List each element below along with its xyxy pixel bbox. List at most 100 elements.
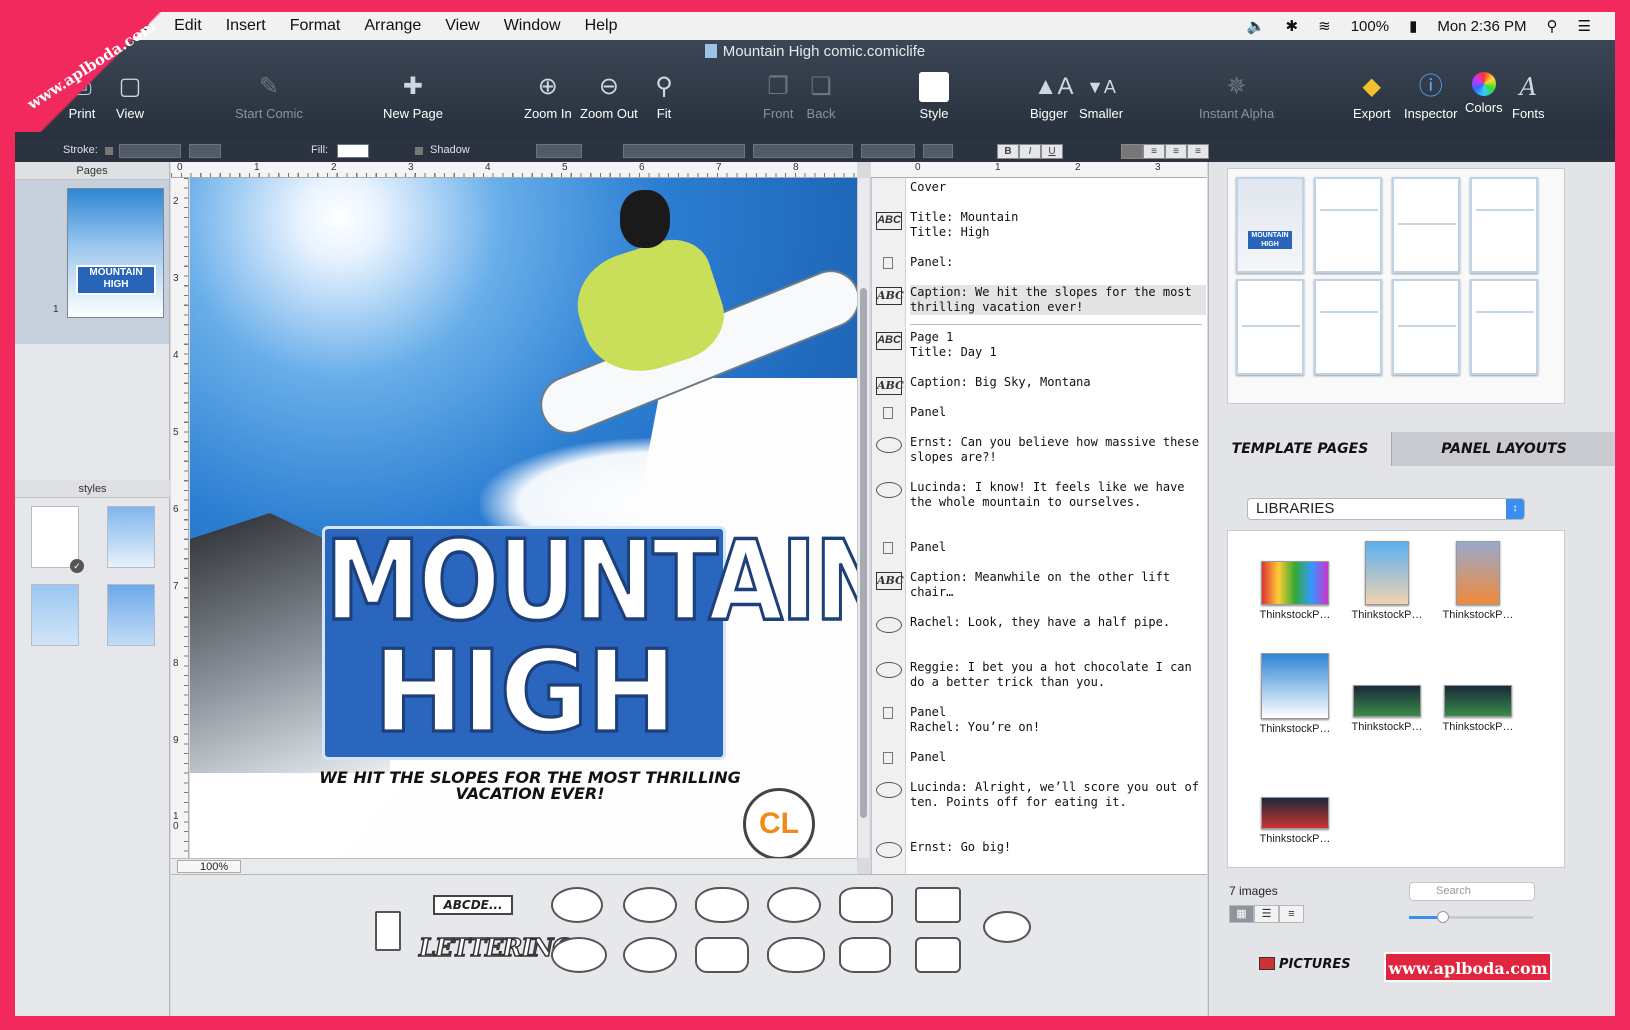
- clock[interactable]: Mon 2:36 PM: [1437, 18, 1526, 35]
- menu-arrange[interactable]: Arrange: [352, 17, 433, 35]
- grid-view-icon[interactable]: ▦: [1229, 905, 1254, 923]
- font-style-select[interactable]: [753, 144, 853, 158]
- slider-knob[interactable]: [1437, 911, 1449, 923]
- detail-view-icon[interactable]: ≡: [1279, 905, 1304, 923]
- library-image-item[interactable]: ThinkstockP…: [1431, 541, 1525, 621]
- front-button[interactable]: ❐ Front: [763, 72, 793, 121]
- panel-layout-thumbnail[interactable]: [1392, 279, 1460, 375]
- library-search-input[interactable]: Search: [1409, 882, 1535, 901]
- smaller-button[interactable]: ▼A Smaller: [1079, 72, 1123, 121]
- balloon-shape-tool[interactable]: [839, 887, 893, 923]
- balloon-shape-tool[interactable]: [767, 887, 821, 923]
- balloon-shape-tool[interactable]: [551, 887, 603, 923]
- view-button[interactable]: ▢ View: [115, 72, 145, 121]
- fill-color-well[interactable]: [337, 144, 369, 158]
- script-line[interactable]: Cover: [910, 180, 1206, 195]
- battery-icon[interactable]: ▮: [1409, 17, 1417, 35]
- script-line[interactable]: Panel:: [910, 255, 1206, 270]
- cover-caption[interactable]: WE HIT THE SLOPES FOR THE MOST THRILLING…: [310, 770, 750, 802]
- script-line[interactable]: Reggie: I bet you a hot chocolate I can …: [910, 660, 1206, 690]
- font-size-select[interactable]: [861, 144, 915, 158]
- style-swatch-gradient[interactable]: [107, 584, 155, 646]
- fit-button[interactable]: ⚲ Fit: [649, 72, 679, 121]
- text-color-well[interactable]: [923, 144, 953, 158]
- align-left-button[interactable]: [1121, 144, 1143, 159]
- balloon-shape-tool[interactable]: [839, 937, 891, 973]
- script-line[interactable]: Panel: [910, 405, 1206, 420]
- align-center-button[interactable]: ≡: [1143, 144, 1165, 159]
- panel-layout-thumbnail[interactable]: [1314, 279, 1382, 375]
- export-button[interactable]: ◆ Export: [1353, 72, 1391, 121]
- comic-page-canvas[interactable]: MOUNTAIN HIGH WE HIT THE SLOPES FOR THE …: [190, 178, 857, 858]
- align-right-button[interactable]: ≡: [1165, 144, 1187, 159]
- page-thumbnail[interactable]: MOUNTAIN HIGH: [67, 188, 164, 318]
- script-line[interactable]: Lucinda: Alright, we’ll score you out of…: [910, 780, 1206, 810]
- script-line[interactable]: Ernst: Go big!: [910, 840, 1206, 855]
- menu-edit[interactable]: Edit: [162, 17, 214, 35]
- script-line[interactable]: Page 1 Title: Day 1: [910, 330, 1206, 360]
- script-line[interactable]: Panel: [910, 540, 1206, 555]
- bluetooth-icon[interactable]: ✱: [1286, 17, 1299, 35]
- script-line[interactable]: Lucinda: I know! It feels like we have t…: [910, 480, 1206, 510]
- shadow-checkbox[interactable]: [415, 147, 423, 155]
- library-image-item[interactable]: ThinkstockP…: [1248, 653, 1342, 735]
- thumbnail-size-slider[interactable]: [1409, 911, 1533, 923]
- library-image-item[interactable]: ThinkstockP…: [1248, 797, 1342, 845]
- lettering-tool[interactable]: LETTERING: [418, 932, 573, 967]
- menu-file[interactable]: File: [112, 17, 162, 35]
- tab-template-pages[interactable]: TEMPLATE PAGES: [1209, 432, 1391, 466]
- panel-layout-thumbnail[interactable]: [1470, 177, 1538, 273]
- new-page-button[interactable]: ✚ New Page: [383, 72, 443, 121]
- stroke-checkbox[interactable]: [105, 147, 113, 155]
- battery-percent[interactable]: 100%: [1351, 18, 1389, 35]
- panel-layout-thumbnail[interactable]: [1236, 279, 1304, 375]
- balloon-shape-tool[interactable]: [623, 887, 677, 923]
- apple-icon[interactable]: : [15, 16, 67, 36]
- zoom-in-button[interactable]: ⊕ Zoom In: [524, 72, 572, 121]
- panel-layout-thumbnail[interactable]: [1470, 279, 1538, 375]
- menu-help[interactable]: Help: [573, 17, 630, 35]
- library-image-item[interactable]: ThinkstockP…: [1340, 685, 1434, 733]
- style-swatch-plain[interactable]: ✓: [31, 506, 84, 573]
- bold-button[interactable]: B: [997, 144, 1019, 159]
- balloon-shape-tool[interactable]: [915, 937, 961, 973]
- notification-center-icon[interactable]: ☰: [1578, 17, 1591, 35]
- balloon-shape-tool[interactable]: [551, 937, 607, 973]
- library-image-item[interactable]: ThinkstockP…: [1340, 541, 1434, 621]
- stroke-color-well[interactable]: [189, 144, 221, 158]
- balloon-shape-tool[interactable]: [623, 937, 677, 973]
- page-thumbnail-row[interactable]: MOUNTAIN HIGH 1: [15, 180, 169, 344]
- underline-button[interactable]: U: [1041, 144, 1063, 159]
- menu-insert[interactable]: Insert: [214, 17, 278, 35]
- menu-format[interactable]: Format: [278, 17, 353, 35]
- bigger-button[interactable]: ▲A Bigger: [1030, 72, 1074, 121]
- script-line[interactable]: Ernst: Can you believe how massive these…: [910, 435, 1206, 465]
- library-image-item[interactable]: ThinkstockP…: [1248, 561, 1342, 621]
- panel-layout-thumbnail[interactable]: [1392, 177, 1460, 273]
- balloon-shape-tool[interactable]: [695, 937, 749, 973]
- script-line[interactable]: Caption: We hit the slopes for the most …: [910, 285, 1206, 315]
- script-line[interactable]: Caption: Big Sky, Montana: [910, 375, 1206, 390]
- title-lettering-box[interactable]: MOUNTAIN HIGH: [322, 524, 857, 760]
- font-family-select[interactable]: [623, 144, 745, 158]
- italic-button[interactable]: I: [1019, 144, 1041, 159]
- balloon-shape-tool[interactable]: [695, 887, 749, 923]
- colors-button[interactable]: Colors: [1465, 72, 1503, 115]
- pictures-source[interactable]: PICTURES: [1259, 957, 1351, 972]
- caption-tool[interactable]: ABCDE...: [433, 895, 513, 915]
- script-line[interactable]: Rachel: Look, they have a half pipe.: [910, 615, 1206, 630]
- script-line[interactable]: Title: Mountain Title: High: [910, 210, 1206, 240]
- panel-layout-thumbnail[interactable]: MOUNTAIN HIGH: [1236, 177, 1304, 273]
- balloon-shape-tool[interactable]: [915, 887, 961, 923]
- libraries-select[interactable]: LIBRARIES ↕: [1247, 498, 1525, 520]
- tab-panel-layouts[interactable]: PANEL LAYOUTS: [1391, 432, 1615, 466]
- panel-layout-thumbnail[interactable]: [1314, 177, 1382, 273]
- style-button[interactable]: Style: [919, 72, 949, 121]
- script-line[interactable]: Panel Rachel: You’re on!: [910, 705, 1206, 735]
- volume-icon[interactable]: 🔈: [1247, 17, 1266, 35]
- save-button[interactable]: ▣ Save: [25, 72, 55, 121]
- library-image-item[interactable]: ThinkstockP…: [1431, 685, 1525, 733]
- shadow-select[interactable]: [536, 144, 582, 158]
- list-view-icon[interactable]: ☰: [1254, 905, 1279, 923]
- inspector-button[interactable]: ⓘ Inspector: [1404, 72, 1457, 121]
